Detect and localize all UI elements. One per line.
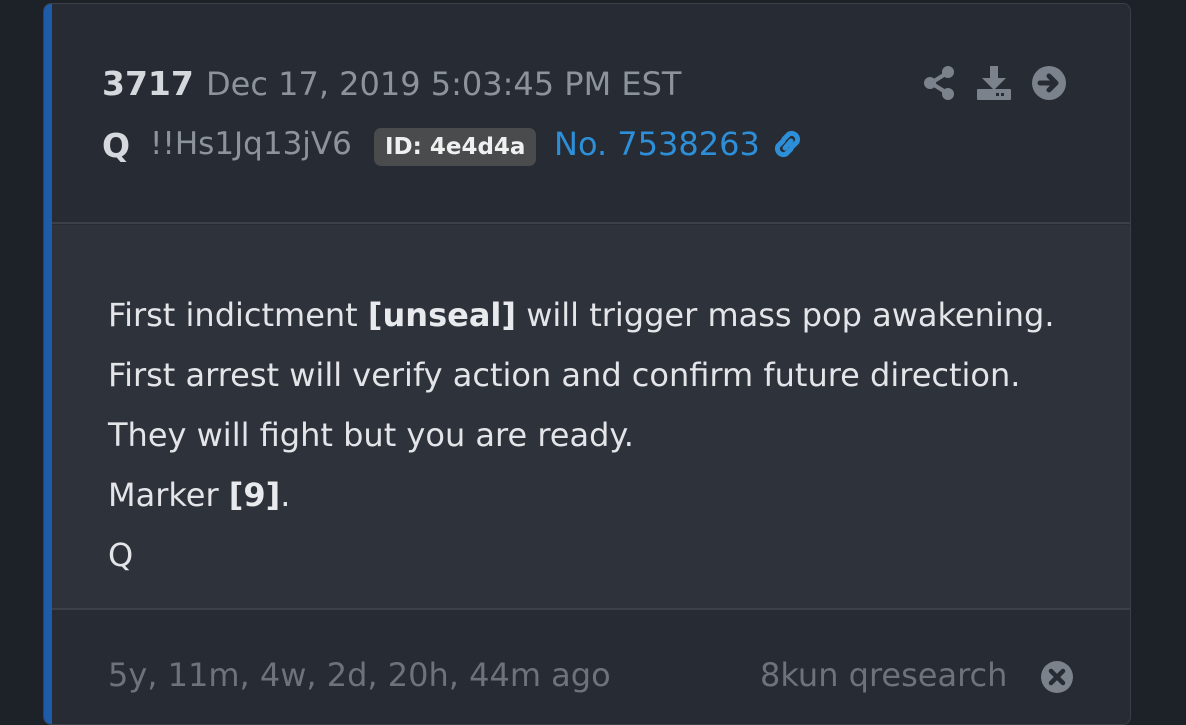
post-header: 3717 Dec 17, 2019 5:03:45 PM EST Q !!Hs1… <box>52 4 1130 223</box>
share-button[interactable] <box>922 66 956 104</box>
post-footer: 5y, 11m, 4w, 2d, 20h, 44m ago 8kun qrese… <box>52 611 1130 724</box>
go-to-post-button[interactable] <box>1032 66 1066 104</box>
post-message: First indictment [unseal] will trigger m… <box>108 285 1055 585</box>
marker-emphasis: [9] <box>228 476 281 514</box>
link-icon <box>770 127 806 161</box>
post-number-link-label: No. 7538263 <box>554 125 760 163</box>
header-divider <box>52 222 1130 224</box>
message-line: Marker [9]. <box>108 476 291 514</box>
dismiss-button[interactable] <box>1040 660 1074 694</box>
share-icon <box>923 65 955 105</box>
post-body: First indictment [unseal] will trigger m… <box>52 225 1130 609</box>
arrow-right-circle-icon <box>1031 65 1067 105</box>
message-line: They will fight but you are ready. <box>108 416 634 454</box>
post-author: Q <box>102 126 131 165</box>
download-icon <box>976 65 1012 105</box>
download-button[interactable] <box>977 66 1011 104</box>
relative-time: 5y, 11m, 4w, 2d, 20h, 44m ago <box>108 656 611 694</box>
footer-divider <box>52 608 1130 610</box>
post-tripcode: !!Hs1Jq13jV6 <box>150 126 352 162</box>
message-signature: Q <box>108 536 134 574</box>
source-label: 8kun qresearch <box>760 656 1008 694</box>
unseal-emphasis: [unseal] <box>367 296 517 334</box>
post-timestamp: Dec 17, 2019 5:03:45 PM EST <box>206 65 682 103</box>
post-actions <box>922 66 1066 104</box>
accent-bar <box>44 4 52 724</box>
close-circle-icon <box>1040 661 1074 698</box>
post-card: 3717 Dec 17, 2019 5:03:45 PM EST Q !!Hs1… <box>43 3 1131 725</box>
message-line: First arrest will verify action and conf… <box>108 356 1021 394</box>
message-line: First indictment [unseal] will trigger m… <box>108 296 1055 334</box>
id-badge: ID: 4e4d4a <box>374 128 537 166</box>
post-number: 3717 <box>102 64 194 103</box>
post-number-link[interactable]: No. 7538263 <box>554 125 806 163</box>
